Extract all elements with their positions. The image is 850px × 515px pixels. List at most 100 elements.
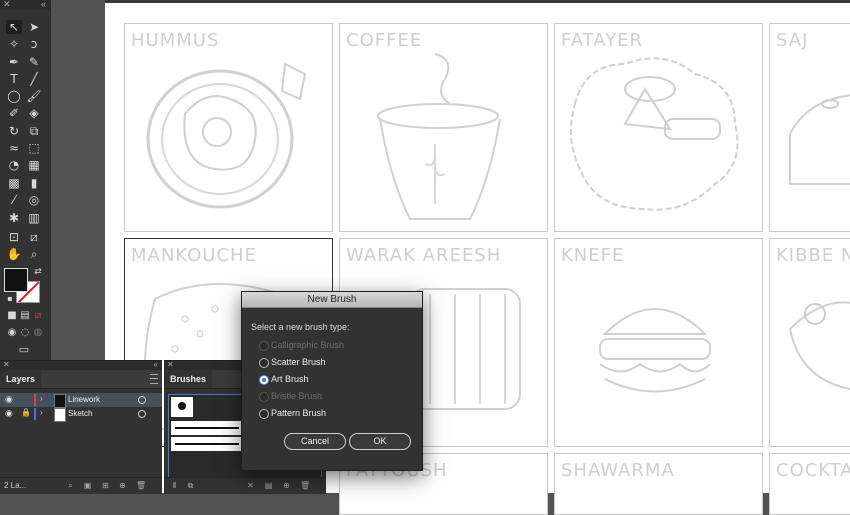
knefe-sketch (599, 308, 711, 393)
artboard-kibbe[interactable]: KIBBE N (769, 238, 850, 447)
brush-stroke-swatch[interactable] (171, 421, 243, 435)
layer-row-linework[interactable]: ◉ › Linework (0, 393, 162, 408)
lock-icon[interactable]: 🔒 (21, 408, 31, 417)
new-brush-icon[interactable]: ⊕ (282, 481, 291, 490)
default-colors-icon[interactable]: ▪ (2, 292, 18, 306)
none-mode-icon[interactable]: ⧄ (30, 309, 46, 323)
collapse-icon[interactable]: « (41, 0, 46, 9)
radio-label[interactable]: Art Brush (271, 374, 309, 384)
brush-dot-icon (178, 402, 186, 410)
cancel-button[interactable]: Cancel (284, 433, 346, 450)
layers-panel: ✕ « Layers ◉ › Linework ◉ 🔒 › Sketch 2 L… (0, 360, 162, 494)
layer-color-chip (34, 408, 36, 420)
scale-tool-icon[interactable]: ⧉ (26, 124, 42, 138)
artboard-coffee[interactable]: COFFEE (339, 23, 548, 232)
dialog-title: New Brush (242, 292, 422, 308)
delete-brush-icon[interactable]: 🗑 (300, 481, 310, 490)
tab-layers[interactable]: Layers (0, 370, 42, 388)
pen-tool-icon[interactable]: ✒ (6, 55, 22, 69)
swap-colors-icon[interactable]: ⇄ (30, 265, 46, 279)
column-graph-tool-icon[interactable]: ▥ (26, 211, 42, 225)
make-clipping-mask-icon[interactable]: ▣ (83, 481, 92, 490)
radio-button[interactable] (259, 409, 269, 419)
screen-mode-icon[interactable]: ▭ (16, 343, 32, 357)
free-transform-tool-icon[interactable]: ⬚ (26, 141, 42, 155)
rotate-tool-icon[interactable]: ↻ (6, 124, 22, 138)
hand-tool-icon[interactable]: ✋ (6, 247, 22, 261)
saj-sketch (789, 94, 850, 185)
locate-object-icon[interactable]: ⌕ (66, 481, 75, 490)
zoom-tool-icon[interactable]: ⌕ (26, 247, 42, 261)
artboard-hummus[interactable]: HUMMUS (124, 23, 333, 232)
layers-tabbar: Layers (0, 370, 162, 389)
radio-button[interactable] (259, 358, 269, 368)
artboard-knefe[interactable]: KNEFE (554, 238, 763, 447)
layer-color-chip (34, 394, 36, 406)
expand-arrow-icon[interactable]: › (40, 394, 43, 403)
brush-stroke-swatch[interactable] (171, 437, 243, 451)
expand-arrow-icon[interactable]: › (40, 408, 43, 417)
ok-button[interactable]: OK (349, 433, 411, 450)
gradient-tool-icon[interactable]: ▮ (26, 176, 42, 190)
radio-button (259, 392, 269, 402)
artboard-label: COCKTAIL (776, 460, 850, 481)
artboard-fatayer[interactable]: FATAYER (554, 23, 763, 232)
type-tool-icon[interactable]: T (6, 72, 22, 86)
eraser-tool-icon[interactable]: ◈ (26, 106, 42, 120)
brush-libraries-icon[interactable]: ⫴ (170, 481, 179, 490)
line-tool-icon[interactable]: ╱ (26, 72, 42, 86)
panel-menu-icon[interactable] (150, 374, 158, 384)
layer-name[interactable]: Sketch (68, 409, 92, 418)
layer-count: 2 La... (4, 481, 27, 490)
delete-layer-icon[interactable]: 🗑 (136, 481, 146, 490)
ellipse-tool-icon[interactable]: ◯ (6, 89, 22, 103)
curvature-tool-icon[interactable]: ✎ (26, 55, 42, 69)
radio-label[interactable]: Scatter Brush (271, 357, 326, 367)
shaper-tool-icon[interactable]: ✐ (6, 106, 22, 120)
tab-brushes[interactable]: Brushes (164, 370, 213, 388)
layer-thumbnail (54, 408, 66, 422)
round-brush-swatch[interactable] (171, 397, 193, 417)
radio-button[interactable] (259, 375, 269, 385)
new-sublayer-icon[interactable]: ⊞ (101, 481, 110, 490)
radio-label[interactable]: Pattern Brush (271, 408, 326, 418)
direct-selection-tool-icon[interactable]: ➤ (26, 20, 42, 34)
paintbrush-tool-icon[interactable]: 🖌 (26, 89, 42, 103)
radio-label: Calligraphic Brush (271, 340, 345, 350)
visibility-eye-icon[interactable]: ◉ (5, 394, 13, 405)
close-icon[interactable]: ✕ (167, 360, 174, 369)
blend-tool-icon[interactable]: ◎ (26, 193, 42, 207)
layer-target-icon[interactable] (138, 396, 146, 404)
layer-thumbnail (54, 394, 66, 408)
libraries-panel-icon[interactable]: ⧉ (186, 481, 195, 490)
options-icon[interactable]: ▤ (264, 481, 273, 490)
artboard-cocktail[interactable]: COCKTAIL (769, 453, 850, 515)
slice-tool-icon[interactable]: ⧄ (26, 230, 42, 244)
close-icon[interactable]: ✕ (3, 0, 11, 10)
artboard-tool-icon[interactable]: ⊡ (6, 230, 22, 244)
perspective-grid-tool-icon[interactable]: ▦ (26, 158, 42, 172)
draw-inside-icon[interactable]: ◍ (30, 326, 46, 340)
selection-tool-icon[interactable]: ↖ (6, 20, 22, 34)
fill-swatch[interactable] (4, 268, 28, 292)
mesh-tool-icon[interactable]: ▩ (6, 176, 22, 190)
remove-brush-stroke-icon[interactable]: ✕ (246, 481, 255, 490)
shape-builder-tool-icon[interactable]: ◔ (6, 158, 22, 172)
visibility-eye-icon[interactable]: ◉ (5, 408, 13, 419)
layer-row-sketch[interactable]: ◉ 🔒 › Sketch (0, 407, 162, 422)
fatayer-sketch (570, 57, 739, 211)
symbol-sprayer-tool-icon[interactable]: ✱ (6, 211, 22, 225)
magic-wand-tool-icon[interactable]: ✧ (6, 37, 22, 51)
width-tool-icon[interactable]: ≈ (6, 141, 22, 155)
layers-panel-footer: 2 La... ⌕ ▣ ⊞ ⊕ 🗑 (0, 477, 162, 494)
lasso-tool-icon[interactable]: ↄ (26, 37, 42, 51)
kibbe-sketch (789, 301, 850, 390)
artboard-shawarma[interactable]: SHAWARMA (554, 453, 763, 515)
layer-name[interactable]: Linework (68, 395, 100, 404)
close-icon[interactable]: ✕ (3, 360, 10, 369)
new-layer-icon[interactable]: ⊕ (118, 481, 127, 490)
layer-target-icon[interactable] (138, 410, 146, 418)
artboard-saj[interactable]: SAJ (769, 23, 850, 232)
collapse-icon[interactable]: « (154, 360, 158, 369)
eyedropper-tool-icon[interactable]: ⁄ (6, 193, 22, 207)
